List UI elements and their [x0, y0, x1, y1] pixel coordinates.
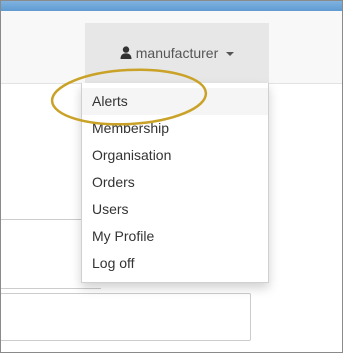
menu-item-alerts[interactable]: Alerts [82, 88, 268, 115]
user-menu-toggle[interactable]: manufacturer [85, 23, 269, 83]
top-accent-bar [1, 1, 342, 11]
form-input[interactable] [1, 293, 251, 341]
menu-item-users[interactable]: Users [82, 196, 268, 223]
caret-down-icon [226, 52, 235, 56]
user-icon [120, 45, 132, 59]
menu-item-orders[interactable]: Orders [82, 169, 268, 196]
navbar: manufacturer [1, 11, 342, 84]
user-dropdown-menu: Alerts Membership Organisation Orders Us… [81, 83, 269, 283]
username-label: manufacturer [135, 45, 219, 61]
form-field-border [1, 288, 101, 289]
app-window: manufacturer Alerts Membership Organisat… [0, 0, 343, 353]
menu-item-log-off[interactable]: Log off [82, 250, 268, 277]
menu-item-membership[interactable]: Membership [82, 115, 268, 142]
menu-item-my-profile[interactable]: My Profile [82, 223, 268, 250]
menu-item-organisation[interactable]: Organisation [82, 142, 268, 169]
